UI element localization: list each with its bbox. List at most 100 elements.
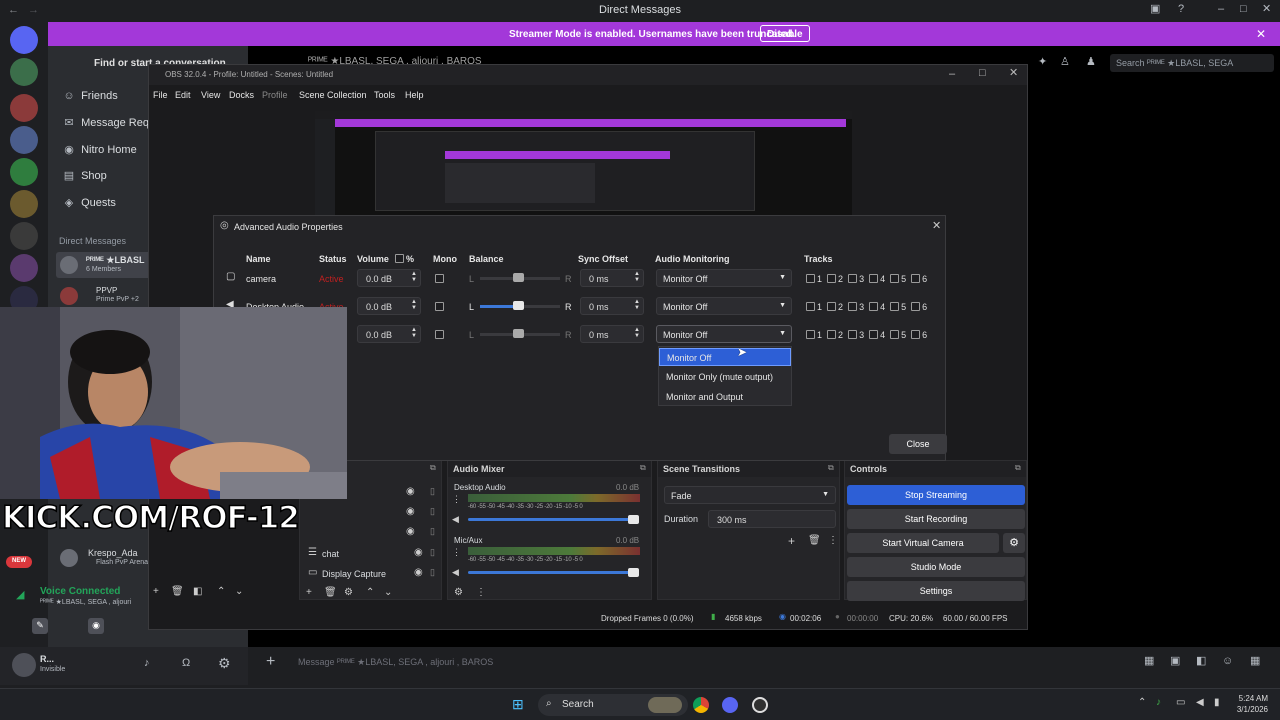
remove-transition-icon[interactable]: 🗑 (808, 536, 821, 546)
discord-home-icon[interactable] (10, 26, 38, 54)
gif-icon[interactable]: ▣ (1170, 656, 1180, 667)
microphone-icon[interactable]: ♪ (144, 658, 150, 669)
tray-chevron-icon[interactable]: ⌃ (1138, 698, 1146, 708)
kebab-menu-icon[interactable]: ⋮ (828, 536, 838, 546)
forward-arrow-icon[interactable]: → (28, 5, 39, 16)
inbox-icon[interactable]: ▣ (1150, 4, 1160, 15)
battery-icon[interactable]: ▮ (1214, 698, 1220, 708)
visibility-eye-icon[interactable]: ◉ (406, 507, 415, 517)
track-checkbox[interactable] (848, 274, 858, 283)
sticker-icon[interactable]: ◧ (1196, 656, 1206, 667)
minimize-icon[interactable]: – (949, 69, 955, 80)
undock-icon[interactable]: ⧉ (430, 464, 436, 472)
edit-icon[interactable]: ✎ (32, 618, 48, 634)
option-monitor-off[interactable]: Monitor Off (659, 348, 791, 366)
track-checkbox[interactable] (869, 330, 879, 339)
server-icon[interactable] (10, 190, 38, 218)
properties-gear-icon[interactable]: ⚙ (344, 588, 353, 598)
transition-select[interactable]: Fade ▼ (664, 486, 836, 504)
add-source-icon[interactable]: + (306, 588, 312, 598)
balance-slider-handle[interactable] (513, 273, 524, 282)
remove-source-icon[interactable]: 🗑 (324, 588, 337, 598)
undock-icon[interactable]: ⧉ (828, 464, 834, 472)
balance-slider-handle[interactable] (513, 329, 524, 338)
mic-tray-icon[interactable]: ♪ (1156, 698, 1161, 708)
kebab-menu-icon[interactable]: ⋮ (476, 588, 486, 598)
menu-file[interactable]: File (153, 90, 168, 100)
audio-monitoring-select[interactable]: Monitor Off ▼ (656, 269, 792, 287)
plus-icon[interactable]: + (266, 654, 275, 670)
avatar[interactable] (12, 653, 36, 677)
minimize-icon[interactable]: – (1218, 4, 1224, 15)
spin-arrows-icon[interactable]: ▲ ▼ (634, 271, 640, 283)
volume-slider-handle[interactable] (628, 568, 639, 577)
settings-button[interactable]: Settings (847, 581, 1025, 601)
track-checkbox[interactable] (806, 302, 815, 311)
track-checkbox[interactable] (806, 330, 815, 339)
spin-arrows-icon[interactable]: ▲ ▼ (634, 299, 640, 311)
kebab-menu-icon[interactable]: ⋮ (452, 548, 461, 557)
apps-icon[interactable]: ▦ (1250, 656, 1260, 667)
track-checkbox[interactable] (827, 302, 837, 311)
menu-edit[interactable]: Edit (175, 90, 191, 100)
virtual-camera-settings-gear-icon[interactable]: ⚙ (1003, 533, 1025, 553)
add-member-icon[interactable]: ♙ (1060, 57, 1070, 68)
gift-icon[interactable]: ▦ (1144, 656, 1154, 667)
speaker-icon[interactable]: ◀ (452, 515, 459, 524)
studio-mode-button[interactable]: Studio Mode (847, 557, 1025, 577)
volume-spinbox[interactable]: 0.0 dB ▲ ▼ (357, 297, 421, 315)
server-icon[interactable] (10, 126, 38, 154)
stop-streaming-button[interactable]: Stop Streaming (847, 485, 1025, 505)
track-checkbox[interactable] (911, 330, 921, 339)
lock-icon[interactable]: ▯ (430, 487, 435, 496)
search-input[interactable]: Search ᴾᴿᴵᴹᴱ ★LBASL, SEGA (1110, 54, 1274, 72)
mixer-settings-icon[interactable]: ⚙ (454, 588, 463, 598)
option-monitor-only[interactable]: Monitor Only (mute output) (659, 368, 791, 386)
server-icon[interactable] (10, 254, 38, 282)
track-checkbox[interactable] (890, 302, 900, 311)
track-checkbox[interactable] (890, 330, 900, 339)
spin-arrows-icon[interactable]: ▲ ▼ (634, 327, 640, 339)
volume-spinbox[interactable]: 0.0 dB ▲ ▼ (357, 325, 421, 343)
track-checkbox[interactable] (827, 330, 837, 339)
move-up-icon[interactable]: ⌃ (217, 587, 225, 597)
clock-date[interactable]: 3/1/2026 (1228, 705, 1268, 714)
clock-time[interactable]: 5:24 AM (1228, 694, 1268, 703)
close-icon[interactable]: ✕ (1009, 68, 1018, 79)
taskbar-search[interactable]: ⌕ Search (538, 694, 688, 716)
gear-icon[interactable]: ⚙ (218, 656, 231, 670)
nav-quests[interactable]: ◈ Quests (60, 197, 116, 209)
track-checkbox[interactable] (869, 274, 879, 283)
duration-input[interactable]: 300 ms (708, 510, 836, 528)
headphones-icon[interactable]: Ω (182, 658, 190, 669)
track-checkbox[interactable] (806, 274, 815, 283)
menu-profile[interactable]: Profile (262, 90, 288, 100)
maximize-icon[interactable]: □ (1240, 4, 1247, 15)
source-item-chat[interactable]: ☰ chat ◉ ▯ (308, 545, 438, 563)
audio-monitoring-select[interactable]: Monitor Off ▼ (656, 297, 792, 315)
banner-close-icon[interactable]: ✕ (1256, 28, 1266, 40)
obs-taskbar-icon[interactable] (752, 697, 768, 713)
volume-slider-handle[interactable] (628, 515, 639, 524)
mono-checkbox[interactable] (435, 302, 444, 311)
undock-icon[interactable]: ⧉ (640, 464, 646, 472)
discord-taskbar-icon[interactable] (722, 697, 738, 713)
track-checkbox[interactable] (827, 274, 837, 283)
network-icon[interactable]: ▭ (1176, 698, 1185, 708)
speaker-icon[interactable]: ◀ (452, 568, 459, 577)
spin-arrows-icon[interactable]: ▲ ▼ (411, 327, 417, 339)
obs-preview[interactable] (315, 111, 852, 215)
activity-icon[interactable]: ◉ (88, 618, 104, 634)
filter-icon[interactable]: ◧ (193, 587, 202, 597)
move-down-icon[interactable]: ⌄ (384, 588, 392, 598)
menu-scene-collection[interactable]: Scene Collection (299, 90, 367, 100)
emoji-icon[interactable]: ☺ (1222, 656, 1233, 667)
track-checkbox[interactable] (911, 302, 921, 311)
close-icon[interactable]: ✕ (1262, 4, 1271, 15)
server-icon[interactable] (10, 58, 38, 86)
nav-shop[interactable]: ▤ Shop (60, 170, 107, 182)
help-icon[interactable]: ? (1178, 4, 1184, 15)
start-recording-button[interactable]: Start Recording (847, 509, 1025, 529)
sync-offset-spinbox[interactable]: 0 ms ▲ ▼ (580, 269, 644, 287)
remove-scene-icon[interactable]: 🗑 (171, 587, 184, 597)
